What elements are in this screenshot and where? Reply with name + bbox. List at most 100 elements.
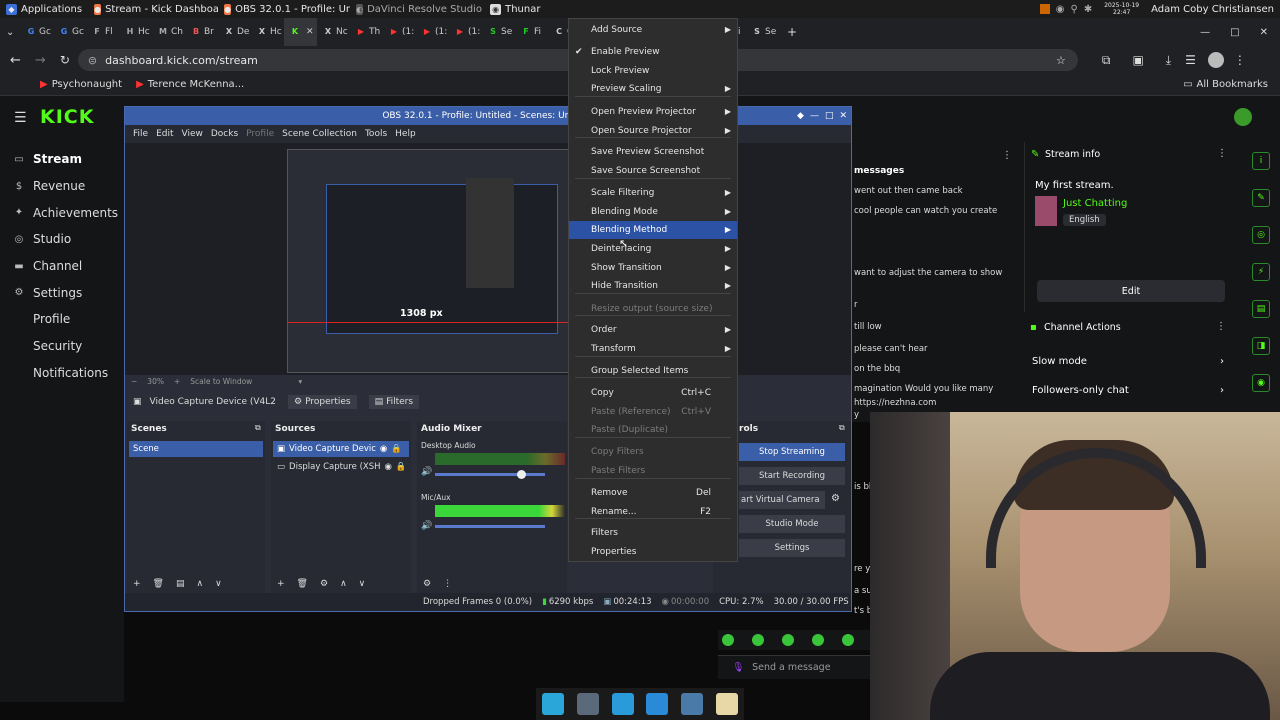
- nav-security[interactable]: Security: [0, 333, 124, 360]
- screen-icon[interactable]: ▣: [1132, 53, 1143, 67]
- lock-icon[interactable]: 🔒: [391, 441, 402, 457]
- tray-network-icon[interactable]: ⚲: [1071, 4, 1078, 15]
- site-info-icon[interactable]: ⊜: [88, 54, 97, 67]
- menu-item-group-selected-items[interactable]: Group Selected Items: [569, 362, 737, 380]
- hamburger-menu-icon[interactable]: ☰: [14, 110, 27, 126]
- obs-preview[interactable]: 1308 px − 30% + Scale to Window ▾: [125, 143, 851, 386]
- properties-button[interactable]: ⚙ Properties: [288, 395, 357, 409]
- chrome-menu-icon[interactable]: ⋮: [1234, 53, 1246, 67]
- browser-tab[interactable]: M Ch: [152, 27, 185, 37]
- bookmark-terence[interactable]: ▶ Terence McKenna...: [136, 79, 244, 90]
- browser-tab[interactable]: ▶ Th: [350, 27, 383, 37]
- menu-item-rename[interactable]: Rename... F2: [569, 503, 737, 521]
- download-icon[interactable]: ⤓: [1166, 53, 1171, 68]
- window-minimize-icon[interactable]: —: [810, 107, 819, 125]
- lock-icon[interactable]: 🔒: [396, 459, 407, 475]
- menu-item-filters[interactable]: Filters: [569, 524, 737, 542]
- browser-tab[interactable]: G Gc: [53, 27, 86, 37]
- tray-icons[interactable]: ◉ ⚲ ✱: [1034, 0, 1098, 18]
- menu-item-deinterlacing[interactable]: Deinterlacing ▶: [569, 240, 737, 258]
- kick-logo[interactable]: KICK: [40, 106, 94, 128]
- extension-menu-icon[interactable]: ☰: [1185, 53, 1196, 67]
- mixer-menu-icon[interactable]: ⋮: [443, 579, 452, 589]
- menu-item-preview-scaling[interactable]: Preview Scaling ▶: [569, 80, 737, 98]
- browser-tab[interactable]: S Se: [746, 27, 779, 37]
- obs-menu-help[interactable]: Help: [395, 129, 416, 139]
- bolt-icon[interactable]: ⚡: [1252, 263, 1270, 281]
- source-properties-icon[interactable]: ⚙: [320, 579, 328, 589]
- obs-menu-profile[interactable]: Profile: [246, 129, 274, 139]
- tray-volume-icon[interactable]: ◉: [1056, 4, 1065, 15]
- scale-dropdown-icon[interactable]: ▾: [298, 377, 302, 386]
- menu-item-order[interactable]: Order ▶: [569, 321, 737, 339]
- studio-mode-button[interactable]: Studio Mode: [739, 515, 845, 533]
- folder-icon[interactable]: [715, 693, 738, 715]
- obs-title-bar[interactable]: OBS 32.0.1 - Profile: Untitled - Scenes:…: [125, 107, 851, 125]
- obs-menu-view[interactable]: View: [182, 129, 203, 139]
- profile-avatar-icon[interactable]: [1207, 52, 1224, 68]
- browser-tab[interactable]: ▶ (1:: [383, 27, 416, 37]
- reload-icon[interactable]: ↻: [60, 53, 70, 67]
- window-close-icon[interactable]: ✕: [839, 107, 847, 125]
- virtual-camera-settings-icon[interactable]: ⚙: [831, 493, 840, 504]
- nav-profile[interactable]: Profile: [0, 306, 124, 333]
- files-icon[interactable]: [542, 693, 565, 715]
- window-minimize-icon[interactable]: —: [1200, 27, 1210, 38]
- move-up-icon[interactable]: ∧: [197, 579, 204, 589]
- info-icon[interactable]: i: [1252, 152, 1270, 170]
- browser-tab[interactable]: ▶ (1:: [449, 27, 482, 37]
- browser-tab[interactable]: K ✕: [284, 18, 317, 46]
- menu-item-add-source[interactable]: Add Source ▶: [569, 21, 737, 39]
- clock[interactable]: 2025-10-19 22:47: [1098, 0, 1145, 18]
- terminal-icon[interactable]: [576, 693, 599, 715]
- scale-mode[interactable]: Scale to Window: [190, 377, 252, 386]
- document-icon[interactable]: ▤: [1252, 300, 1270, 318]
- browser-tab[interactable]: G Gc: [20, 27, 53, 37]
- dock-float-icon[interactable]: ⧉: [839, 423, 845, 433]
- menu-item-properties[interactable]: Properties: [569, 543, 737, 561]
- taskbar-window-kick[interactable]: ●Stream - Kick Dashboard ...: [88, 0, 218, 18]
- stream-info-menu-icon[interactable]: ⋮: [1217, 148, 1227, 159]
- stop-streaming-button[interactable]: Stop Streaming: [739, 443, 845, 461]
- menu-item-save-preview-screenshot[interactable]: Save Preview Screenshot: [569, 143, 737, 161]
- filters-button[interactable]: ▤ Filters: [368, 395, 420, 409]
- nav-channel[interactable]: ▬ Channel: [0, 253, 124, 280]
- browser-tab[interactable]: X Nc: [317, 27, 350, 37]
- bookmark-star-icon[interactable]: ☆: [1056, 54, 1066, 67]
- desktop-audio-slider[interactable]: [435, 470, 545, 479]
- taskbar-window-davinci[interactable]: ◐DaVinci Resolve Studio - U...: [350, 0, 484, 18]
- obs-menu-file[interactable]: File: [133, 129, 148, 139]
- add-scene-icon[interactable]: +: [133, 579, 141, 589]
- zoom-in-icon[interactable]: +: [174, 377, 180, 386]
- nav-stream[interactable]: ▭ Stream: [0, 146, 124, 173]
- nav-settings[interactable]: ⚙ Settings: [0, 279, 124, 306]
- move-up-icon[interactable]: ∧: [340, 579, 347, 589]
- emote-icon[interactable]: [752, 634, 764, 646]
- remove-scene-icon[interactable]: 🗑: [153, 579, 164, 589]
- mic-aux-slider[interactable]: [435, 525, 545, 528]
- browser-tab[interactable]: H Hc: [119, 27, 152, 37]
- menu-item-copy[interactable]: Copy Ctrl+C: [569, 384, 737, 402]
- forward-icon[interactable]: →: [35, 53, 46, 68]
- emote-icon[interactable]: [812, 634, 824, 646]
- browser-tab[interactable]: F Fi: [515, 27, 548, 37]
- remove-source-icon[interactable]: 🗑: [297, 579, 308, 589]
- menu-item-blending-method[interactable]: Blending Method ▶: [569, 221, 737, 239]
- chat-more-icon[interactable]: ⋮: [1002, 150, 1012, 161]
- all-bookmarks[interactable]: ▭ All Bookmarks: [1183, 79, 1268, 90]
- menu-item-transform[interactable]: Transform ▶: [569, 340, 737, 358]
- editor-icon[interactable]: [611, 693, 634, 715]
- menu-item-save-source-screenshot[interactable]: Save Source Screenshot: [569, 162, 737, 180]
- nav-achievements[interactable]: ✦ Achievements: [0, 199, 124, 226]
- source-item-display[interactable]: ▭ Display Capture (XSH ◉ 🔒: [273, 459, 409, 475]
- back-icon[interactable]: ←: [10, 53, 21, 68]
- audio-icon[interactable]: ◉: [1252, 374, 1270, 392]
- menu-item-blending-mode[interactable]: Blending Mode ▶: [569, 203, 737, 221]
- nav-notifications[interactable]: Notifications: [0, 360, 124, 387]
- browser-tab[interactable]: X Hc: [251, 27, 284, 37]
- add-source-icon[interactable]: +: [277, 579, 285, 589]
- source-item-video[interactable]: ▣ Video Capture Devic ◉ 🔒: [273, 441, 409, 457]
- move-down-icon[interactable]: ∨: [359, 579, 366, 589]
- edit-stream-info-button[interactable]: Edit: [1037, 280, 1225, 302]
- menu-item-lock-preview[interactable]: Lock Preview: [569, 62, 737, 80]
